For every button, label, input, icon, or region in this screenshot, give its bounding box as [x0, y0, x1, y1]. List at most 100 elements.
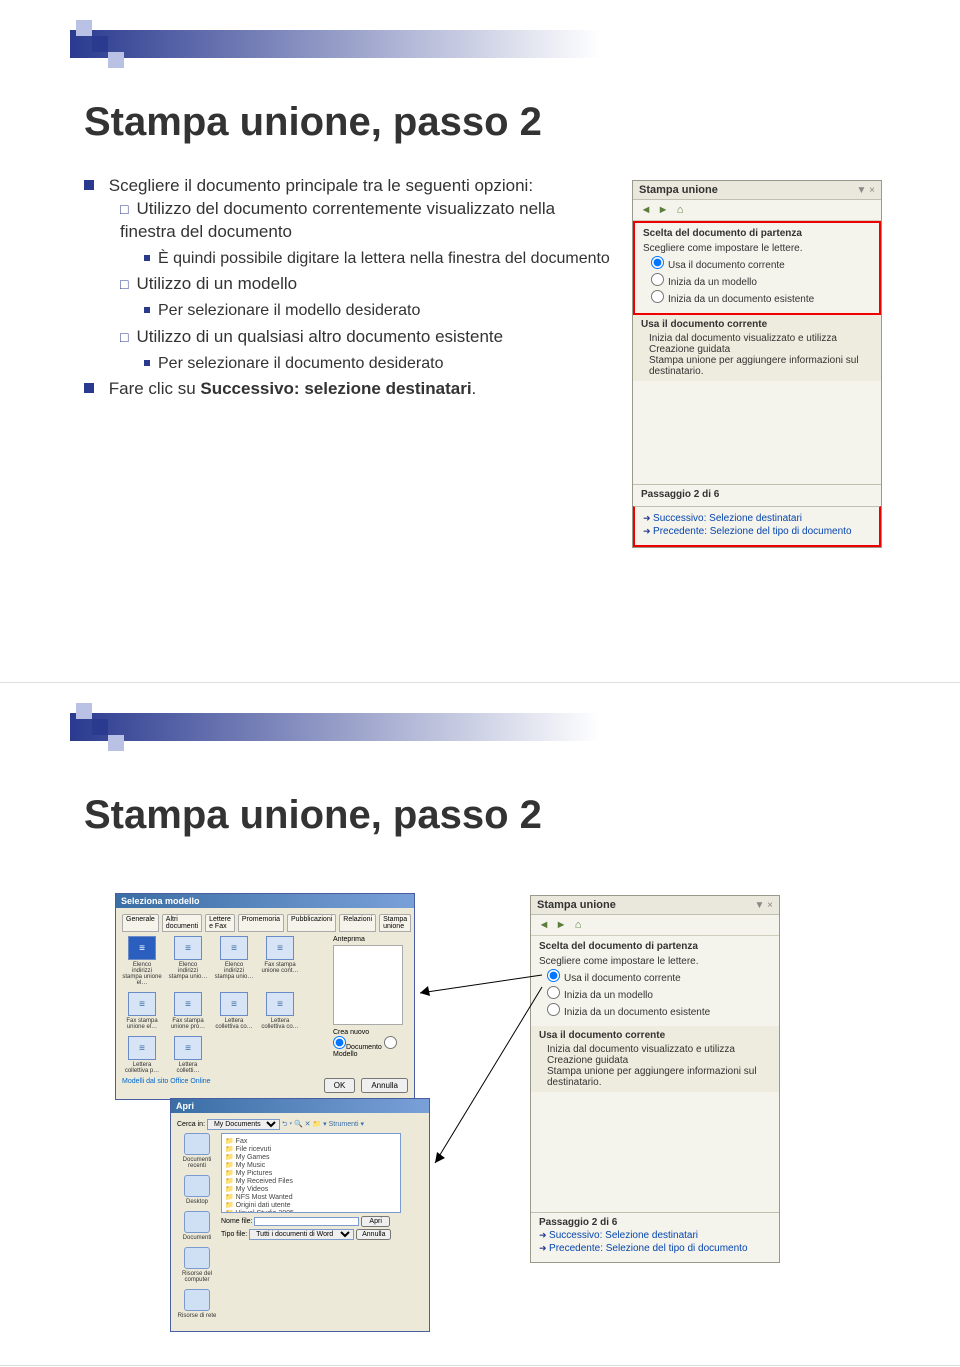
preview-box [333, 945, 403, 1025]
back-icon[interactable]: ◄ [639, 203, 653, 217]
highlight-nav-links: Successivo: Selezione destinatari Preced… [633, 506, 881, 547]
sub-heading: Usa il documento corrente [641, 319, 767, 330]
tab[interactable]: Relazioni [339, 914, 376, 932]
dialog-title: Seleziona modello [116, 894, 414, 908]
slide1-content: Scegliere il documento principale tra le… [84, 175, 614, 405]
taskpane-controls[interactable]: ▼ × [856, 185, 875, 196]
taskpane-title: Stampa unione ▼ × [633, 181, 881, 200]
radio-use-current[interactable]: Usa il documento corrente [547, 969, 771, 984]
instruction-text: Scegliere come impostare le lettere. [643, 243, 871, 254]
tab[interactable]: Pubblicazioni [287, 914, 336, 932]
place-item[interactable]: Documenti [177, 1211, 217, 1241]
tab[interactable]: Generale [122, 914, 159, 932]
slide2-title: Stampa unione, passo 2 [84, 793, 542, 838]
look-in-select[interactable]: My Documents [207, 1119, 280, 1130]
next-link[interactable]: Successivo: Selezione destinatari [643, 513, 871, 524]
open-dialog: Apri Cerca in: My Documents ⮌ ▾ 🔍 ✕ 📁 ▾ … [170, 1098, 430, 1332]
office-online-link[interactable]: Modelli dal sito Office Online [122, 1078, 211, 1085]
file-item[interactable]: My Received Files [225, 1177, 397, 1185]
taskpane-nav[interactable]: ◄ ► ⌂ [633, 200, 881, 221]
instruction-text: Scegliere come impostare le lettere. [539, 956, 771, 967]
place-item[interactable]: Documenti recenti [177, 1133, 217, 1169]
template-item[interactable]: ≡Lettera colletti… [168, 1036, 208, 1074]
taskpane-title: Stampa unione ▼ × [531, 896, 779, 915]
file-item[interactable]: My Pictures [225, 1169, 397, 1177]
bullet-l3: Per selezionare il modello desiderato [144, 300, 614, 322]
template-item[interactable]: ≡Elenco indirizzi stampa unione el… [122, 936, 162, 986]
tab[interactable]: Stampa unione [379, 914, 411, 932]
cancel-button[interactable]: Annulla [361, 1078, 408, 1093]
radio-mod[interactable] [384, 1036, 397, 1049]
template-item[interactable]: ≡Fax stampa unione cont… [260, 936, 300, 986]
section-heading: Scelta del documento di partenza [643, 228, 871, 239]
template-item[interactable]: ≡Lettera collettiva co… [260, 992, 300, 1030]
bullet-l1: Fare clic su Successivo: selezione desti… [84, 378, 614, 401]
file-item[interactable]: Visual Studio 2005 [225, 1209, 397, 1213]
place-item[interactable]: Desktop [177, 1175, 217, 1205]
radio-use-current[interactable]: Usa il documento corrente [651, 256, 871, 271]
radio-from-template[interactable]: Inizia da un modello [651, 273, 871, 288]
taskpane-controls[interactable]: ▼ × [754, 900, 773, 911]
toolbar-icons[interactable]: ⮌ ▾ 🔍 ✕ 📁 ▾ Strumenti ▾ [282, 1121, 364, 1128]
section-start-doc: Scelta del documento di partenza Sceglie… [531, 936, 779, 1026]
prev-link[interactable]: Precedente: Selezione del tipo di docume… [539, 1243, 771, 1254]
template-item[interactable]: ≡Lettera collettiva co… [214, 992, 254, 1030]
radio-doc[interactable] [333, 1036, 346, 1049]
slide-1: Stampa unione, passo 2 Scegliere il docu… [0, 0, 960, 683]
next-link[interactable]: Successivo: Selezione destinatari [539, 1230, 771, 1241]
template-dialog: Seleziona modello Generale Altri documen… [115, 893, 415, 1100]
place-item[interactable]: Risorse di rete [177, 1289, 217, 1319]
template-item[interactable]: ≡Lettera collettiva p… [122, 1036, 162, 1074]
filetype-select[interactable]: Tutti i documenti di Word (*.doc; *.dot;… [249, 1229, 354, 1240]
tab[interactable]: Altri documenti [162, 914, 202, 932]
places-bar: Documenti recenti Desktop Documenti Riso… [177, 1133, 217, 1325]
place-item[interactable]: Risorse del computer [177, 1247, 217, 1283]
home-icon[interactable]: ⌂ [571, 918, 585, 932]
tab[interactable]: Lettere e Fax [205, 914, 235, 932]
home-icon[interactable]: ⌂ [673, 203, 687, 217]
file-item[interactable]: Fax [225, 1137, 397, 1145]
forward-icon[interactable]: ► [554, 918, 568, 932]
forward-icon[interactable]: ► [656, 203, 670, 217]
dialog-title: Apri [171, 1099, 429, 1113]
step-label: Passaggio 2 di 6 [641, 489, 719, 500]
dialog-tabs[interactable]: Generale Altri documenti Lettere e Fax P… [122, 914, 408, 932]
bullet-l3: È quindi possibile digitare la lettera n… [144, 248, 614, 270]
filetype-label: Tipo file: [221, 1231, 247, 1238]
filename-label: Nome file: [221, 1218, 253, 1225]
file-item[interactable]: My Videos [225, 1185, 397, 1193]
file-item[interactable]: File ricevuti [225, 1145, 397, 1153]
back-icon[interactable]: ◄ [537, 918, 551, 932]
template-item[interactable]: ≡Fax stampa unione el… [122, 992, 162, 1030]
highlight-start-doc: Scelta del documento di partenza Sceglie… [633, 221, 881, 315]
file-item[interactable]: NFS Most Wanted [225, 1193, 397, 1201]
filename-input[interactable] [254, 1217, 359, 1226]
cancel-button[interactable]: Annulla [356, 1229, 391, 1240]
radio-from-template[interactable]: Inizia da un modello [547, 986, 771, 1001]
preview-panel: Anteprima Crea nuovo Documento Modello [333, 936, 408, 1058]
tab[interactable]: Promemoria [238, 914, 284, 932]
step-label: Passaggio 2 di 6 [539, 1217, 617, 1228]
bullet-l2: Utilizzo di un qualsiasi altro documento… [120, 326, 614, 349]
pane-footer: Passaggio 2 di 6 [633, 484, 881, 506]
file-item[interactable]: My Games [225, 1153, 397, 1161]
template-item[interactable]: ≡Elenco indirizzi stampa unio… [168, 936, 208, 986]
bullet-l2: Utilizzo del documento correntemente vis… [120, 198, 614, 244]
template-item[interactable]: ≡Elenco indirizzi stampa unio… [214, 936, 254, 986]
file-list[interactable]: Fax File ricevuti My Games My Music My P… [221, 1133, 401, 1213]
subsection: Usa il documento corrente Inizia dal doc… [633, 315, 881, 381]
header-accent [0, 30, 960, 58]
taskpane-nav[interactable]: ◄ ► ⌂ [531, 915, 779, 936]
ok-button[interactable]: OK [324, 1078, 356, 1093]
radio-from-existing[interactable]: Inizia da un documento esistente [547, 1003, 771, 1018]
file-item[interactable]: Origini dati utente [225, 1201, 397, 1209]
radio-from-existing[interactable]: Inizia da un documento esistente [651, 290, 871, 305]
file-item[interactable]: My Music [225, 1161, 397, 1169]
template-item[interactable]: ≡Fax stampa unione pro… [168, 992, 208, 1030]
template-icons: ≡Elenco indirizzi stampa unione el… ≡Ele… [122, 936, 307, 1074]
open-button[interactable]: Apri [361, 1216, 389, 1227]
prev-link[interactable]: Precedente: Selezione del tipo di docume… [643, 526, 871, 537]
look-in-label: Cerca in: [177, 1121, 205, 1128]
taskpane-2: Stampa unione ▼ × ◄ ► ⌂ Scelta del docum… [530, 895, 780, 1263]
subsection: Usa il documento corrente Inizia dal doc… [531, 1026, 779, 1092]
